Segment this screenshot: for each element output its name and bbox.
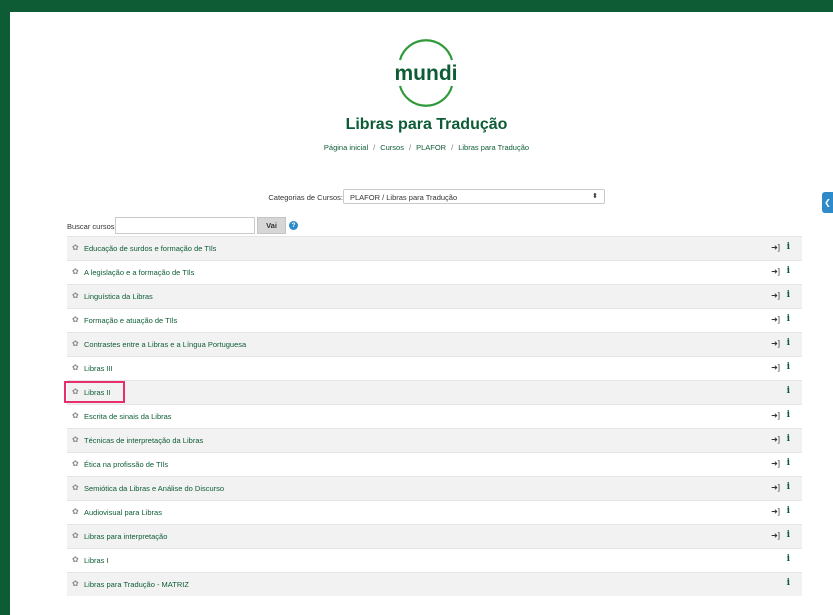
course-row[interactable]: ✿ Linguística da Libras ➜] i (67, 284, 802, 308)
info-icon[interactable]: i (787, 578, 790, 589)
course-icon: ✿ (72, 435, 79, 444)
info-icon[interactable]: i (787, 434, 790, 445)
category-label: Categorias de Cursos: (268, 193, 343, 202)
enrol-icon[interactable]: ➜] (771, 507, 780, 517)
course-icon: ✿ (72, 531, 79, 540)
enrol-icon[interactable]: ➜] (771, 267, 780, 277)
course-name-link[interactable]: A legislação e a formação de TIls (84, 268, 194, 278)
enrol-icon[interactable]: ➜] (771, 459, 780, 469)
course-row[interactable]: ✿ Técnicas de interpretação da Libras ➜] i (67, 428, 802, 452)
course-name-link[interactable]: Formação e atuação de TIls (84, 316, 177, 326)
course-icon: ✿ (72, 291, 79, 300)
course-row[interactable]: ✿ Educação de surdos e formação de TIls ➜]… (67, 236, 802, 260)
course-row[interactable]: ✿ Libras III ➜] i (67, 356, 802, 380)
course-name-link[interactable]: Libras III (84, 364, 113, 374)
course-row[interactable]: ✿ Libras II i (64, 380, 802, 404)
enrol-icon[interactable]: ➜] (771, 315, 780, 325)
enrol-icon[interactable]: ➜] (771, 363, 780, 373)
enrol-icon[interactable]: ➜] (771, 339, 780, 349)
logo-text: mundi (395, 62, 458, 85)
breadcrumb: Página inicial / Cursos / PLAFOR / Libras para… (323, 143, 530, 152)
enrol-icon[interactable]: ➜] (771, 483, 780, 493)
course-icon: ✿ (72, 315, 79, 324)
info-icon[interactable]: i (787, 290, 790, 301)
help-icon[interactable]: ? (289, 221, 298, 230)
course-row[interactable]: ✿ Escrita de sinais da Libras ➜] i (67, 404, 802, 428)
breadcrumb-courses[interactable]: Cursos (380, 143, 404, 152)
info-icon[interactable]: i (787, 554, 790, 565)
course-row[interactable]: ✿ Libras para interpretação ➜] i (67, 524, 802, 548)
info-icon[interactable]: i (787, 482, 790, 493)
search-go-button[interactable]: Vai (257, 217, 286, 234)
course-name-link[interactable]: Educação de surdos e formação de TIls (84, 244, 216, 254)
course-icon: ✿ (72, 555, 79, 564)
course-name-link[interactable]: Linguística da Libras (84, 292, 153, 302)
course-row[interactable]: ✿ Semiótica da Libras e Análise do Discur… (67, 476, 802, 500)
course-name-link[interactable]: Libras para Tradução - MATRIZ (84, 580, 189, 590)
enrol-icon[interactable]: ➜] (771, 291, 780, 301)
course-row[interactable]: ✿ Contrastes entre a Libras e a Língua Po… (67, 332, 802, 356)
search-label: Buscar cursos (67, 222, 115, 231)
course-row[interactable]: ✿ Libras I i (67, 548, 802, 572)
mundi-logo[interactable]: mundi (386, 30, 466, 116)
enrol-icon[interactable]: ➜] (771, 411, 780, 421)
course-name-link[interactable]: Libras para interpretação (84, 532, 167, 542)
page-title: Libras para Tradução (345, 116, 508, 133)
page-container: mundi Libras para Tradução Página inicia… (10, 12, 833, 615)
course-icon: ✿ (72, 339, 79, 348)
select-arrows-icon: ⬍ (592, 193, 598, 200)
course-icon: ✿ (72, 507, 79, 516)
course-icon: ✿ (72, 267, 79, 276)
enrol-icon[interactable]: ➜] (771, 531, 780, 541)
course-name-link[interactable]: Libras I (84, 556, 109, 566)
course-row[interactable]: ✿ Ética na profissão de TIls ➜] i (67, 452, 802, 476)
course-name-link[interactable]: Semiótica da Libras e Análise do Discurs… (84, 484, 224, 494)
highlight-box (64, 381, 125, 403)
search-row: Buscar cursos Vai ? (67, 217, 327, 235)
enrol-icon[interactable]: ➜] (771, 435, 780, 445)
course-row[interactable]: ✿ Audiovisual para Libras ➜] i (67, 500, 802, 524)
course-list: ✿ Educação de surdos e formação de TIls ➜]… (64, 236, 802, 596)
info-icon[interactable]: i (787, 314, 790, 325)
breadcrumb-plafor[interactable]: PLAFOR (416, 143, 446, 152)
category-select[interactable]: PLAFOR / Libras para Tradução ⬍ (343, 189, 605, 204)
course-row[interactable]: ✿ A legislação e a formação de TIls ➜] i (67, 260, 802, 284)
info-icon[interactable]: i (787, 458, 790, 469)
course-row[interactable]: ✿ Formação e atuação de TIls ➜] i (67, 308, 802, 332)
course-name-link[interactable]: Contrastes entre a Libras e a Língua Por… (84, 340, 246, 350)
course-name-link[interactable]: Ética na profissão de TIls (84, 460, 168, 470)
course-name-link[interactable]: Audiovisual para Libras (84, 508, 162, 518)
info-icon[interactable]: i (787, 242, 790, 253)
info-icon[interactable]: i (787, 506, 790, 517)
drawer-toggle-icon[interactable]: ❮ (822, 192, 833, 213)
course-name-link[interactable]: Escrita de sinais da Libras (84, 412, 172, 422)
breadcrumb-current[interactable]: Libras para Tradução (458, 143, 529, 152)
course-icon: ✿ (72, 243, 79, 252)
category-selected-value: PLAFOR / Libras para Tradução (350, 193, 458, 202)
search-input[interactable] (115, 217, 255, 234)
info-icon[interactable]: i (787, 386, 790, 397)
info-icon[interactable]: i (787, 266, 790, 277)
course-icon: ✿ (72, 579, 79, 588)
info-icon[interactable]: i (787, 410, 790, 421)
course-name-link[interactable]: Técnicas de interpretação da Libras (84, 436, 203, 446)
info-icon[interactable]: i (787, 362, 790, 373)
course-icon: ✿ (72, 411, 79, 420)
course-row[interactable]: ✿ Libras para Tradução - MATRIZ i (67, 572, 802, 596)
breadcrumb-home[interactable]: Página inicial (324, 143, 368, 152)
course-icon: ✿ (72, 363, 79, 372)
category-row: Categorias de Cursos: PLAFOR / Libras pa… (10, 189, 833, 206)
course-icon: ✿ (72, 459, 79, 468)
enrol-icon[interactable]: ➜] (771, 243, 780, 253)
course-icon: ✿ (72, 483, 79, 492)
info-icon[interactable]: i (787, 530, 790, 541)
info-icon[interactable]: i (787, 338, 790, 349)
